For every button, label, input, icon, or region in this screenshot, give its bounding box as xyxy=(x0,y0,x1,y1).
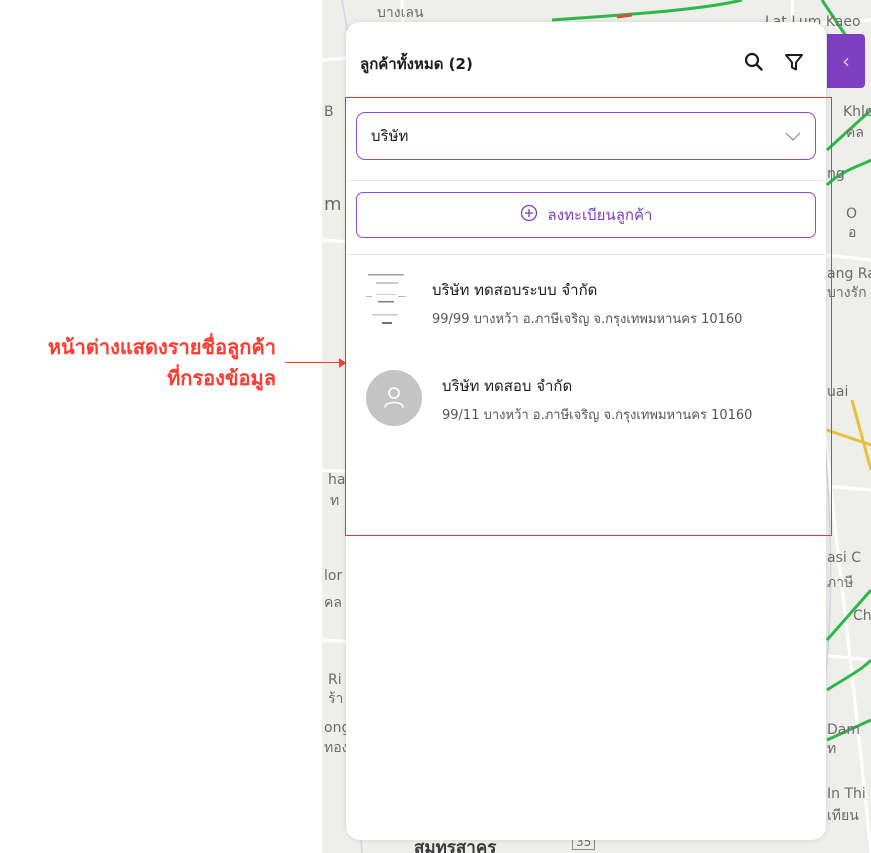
annotation-line-2: ที่กรองข้อมูล xyxy=(167,366,276,390)
map-place-label: ha xyxy=(328,472,346,488)
customer-list-panel: ลูกค้าทั้งหมด (2) บริษัท ลงทะเบียนลูกค้า… xyxy=(346,22,826,840)
annotation-arrow-line xyxy=(285,362,345,363)
customer-name: บริษัท ทดสอบระบบ จำกัด xyxy=(432,281,598,299)
map-place-label: ng xyxy=(827,166,845,182)
map-place-label: ท xyxy=(827,741,837,757)
company-logo xyxy=(358,270,414,326)
panel-title: ลูกค้าทั้งหมด (2) xyxy=(360,55,473,73)
map-place-label: อ xyxy=(848,225,857,241)
divider xyxy=(346,180,826,181)
annotation-callout: หน้าต่างแสดงรายชื่อลูกค้า ที่กรองข้อมูล xyxy=(8,332,276,394)
map-place-label: Ri xyxy=(328,672,342,688)
map-place-label: ภาษี xyxy=(827,575,854,591)
annotation-line-1: หน้าต่างแสดงรายชื่อลูกค้า xyxy=(47,335,276,359)
filter-icon[interactable] xyxy=(782,50,806,74)
customer-address: 99/99 บางหว้า อ.ภาษีเจริญ จ.กรุงเทพมหานค… xyxy=(432,312,743,327)
map-place-label: Khlo xyxy=(843,104,871,120)
map-place-label: uai xyxy=(827,384,849,400)
map-place-label: Ch xyxy=(853,608,871,624)
map-place-label: ร้า xyxy=(328,691,344,707)
panel-header: ลูกค้าทั้งหมด (2) xyxy=(346,22,826,102)
map-place-label: In Thi xyxy=(827,786,866,802)
map-place-label: B xyxy=(324,104,334,120)
customer-type-select[interactable]: บริษัท xyxy=(356,112,816,160)
search-icon[interactable] xyxy=(742,50,766,74)
collapse-panel-tab[interactable]: ‹ xyxy=(827,34,865,88)
customer-list-item[interactable]: บริษัท ทดสอบระบบ จำกัด 99/99 บางหว้า อ.ภ… xyxy=(346,266,826,346)
register-customer-button[interactable]: ลงทะเบียนลูกค้า xyxy=(356,192,816,238)
map-place-label: คล xyxy=(846,125,864,141)
map-place-label: บางเลน xyxy=(377,5,424,21)
map-place-label: ทอง xyxy=(324,740,349,756)
map-place-label: คล xyxy=(324,595,342,611)
map-place-label: asi C xyxy=(827,550,861,566)
map-place-label: ang Ra xyxy=(827,266,871,282)
chevron-down-icon xyxy=(785,127,801,146)
map-place-label: บางรัก xyxy=(827,285,867,301)
map-place-label: ท xyxy=(330,493,340,509)
divider xyxy=(346,254,826,255)
annotation-arrow-head xyxy=(339,358,346,368)
select-value: บริษัท xyxy=(371,127,409,145)
plus-circle-icon xyxy=(520,204,538,226)
customer-list-item[interactable]: บริษัท ทดสอบ จำกัด 99/11 บางหว้า อ.ภาษีเ… xyxy=(346,352,826,432)
map-place-label: เทียน xyxy=(827,808,859,824)
map-place-label: lor xyxy=(324,568,343,584)
map-place-label: m xyxy=(324,194,342,215)
register-customer-label: ลงทะเบียนลูกค้า xyxy=(547,206,653,224)
customer-name: บริษัท ทดสอบ จำกัด xyxy=(442,377,573,395)
map-place-label: O xyxy=(846,206,858,222)
map-place-label: Dam xyxy=(827,722,860,738)
user-icon xyxy=(366,370,422,426)
chevron-left-icon: ‹ xyxy=(842,49,850,73)
customer-address: 99/11 บางหว้า อ.ภาษีเจริญ จ.กรุงเทพมหานค… xyxy=(442,408,753,423)
